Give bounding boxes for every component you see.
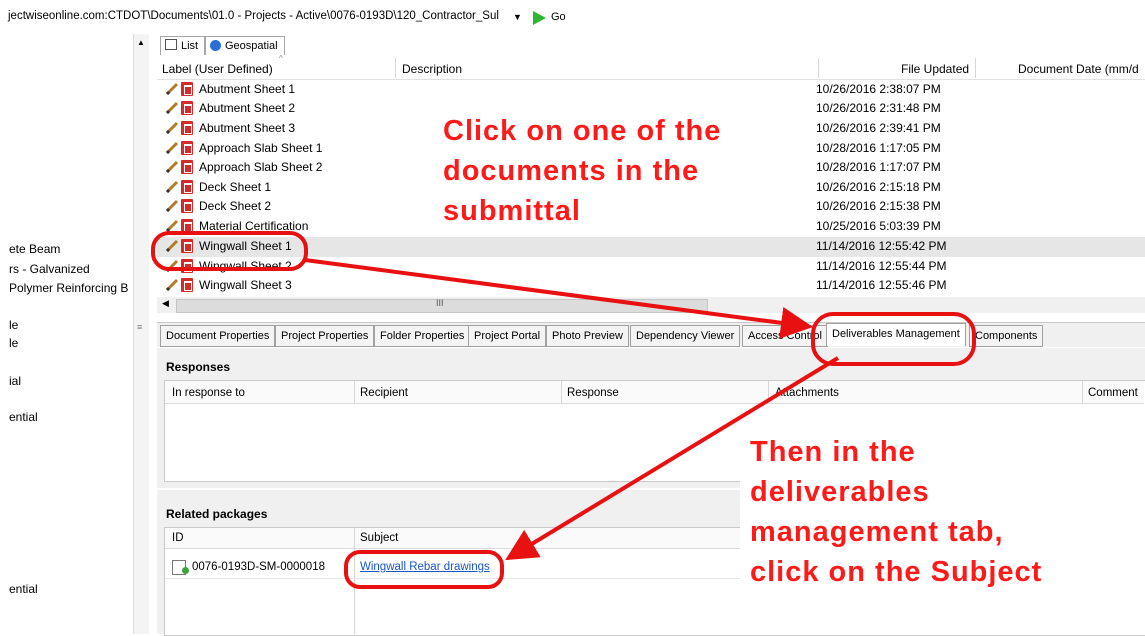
annotation-arrows xyxy=(304,258,840,561)
arrow-to-deliverables-tab xyxy=(304,258,813,339)
arrow-to-subject xyxy=(505,356,840,561)
